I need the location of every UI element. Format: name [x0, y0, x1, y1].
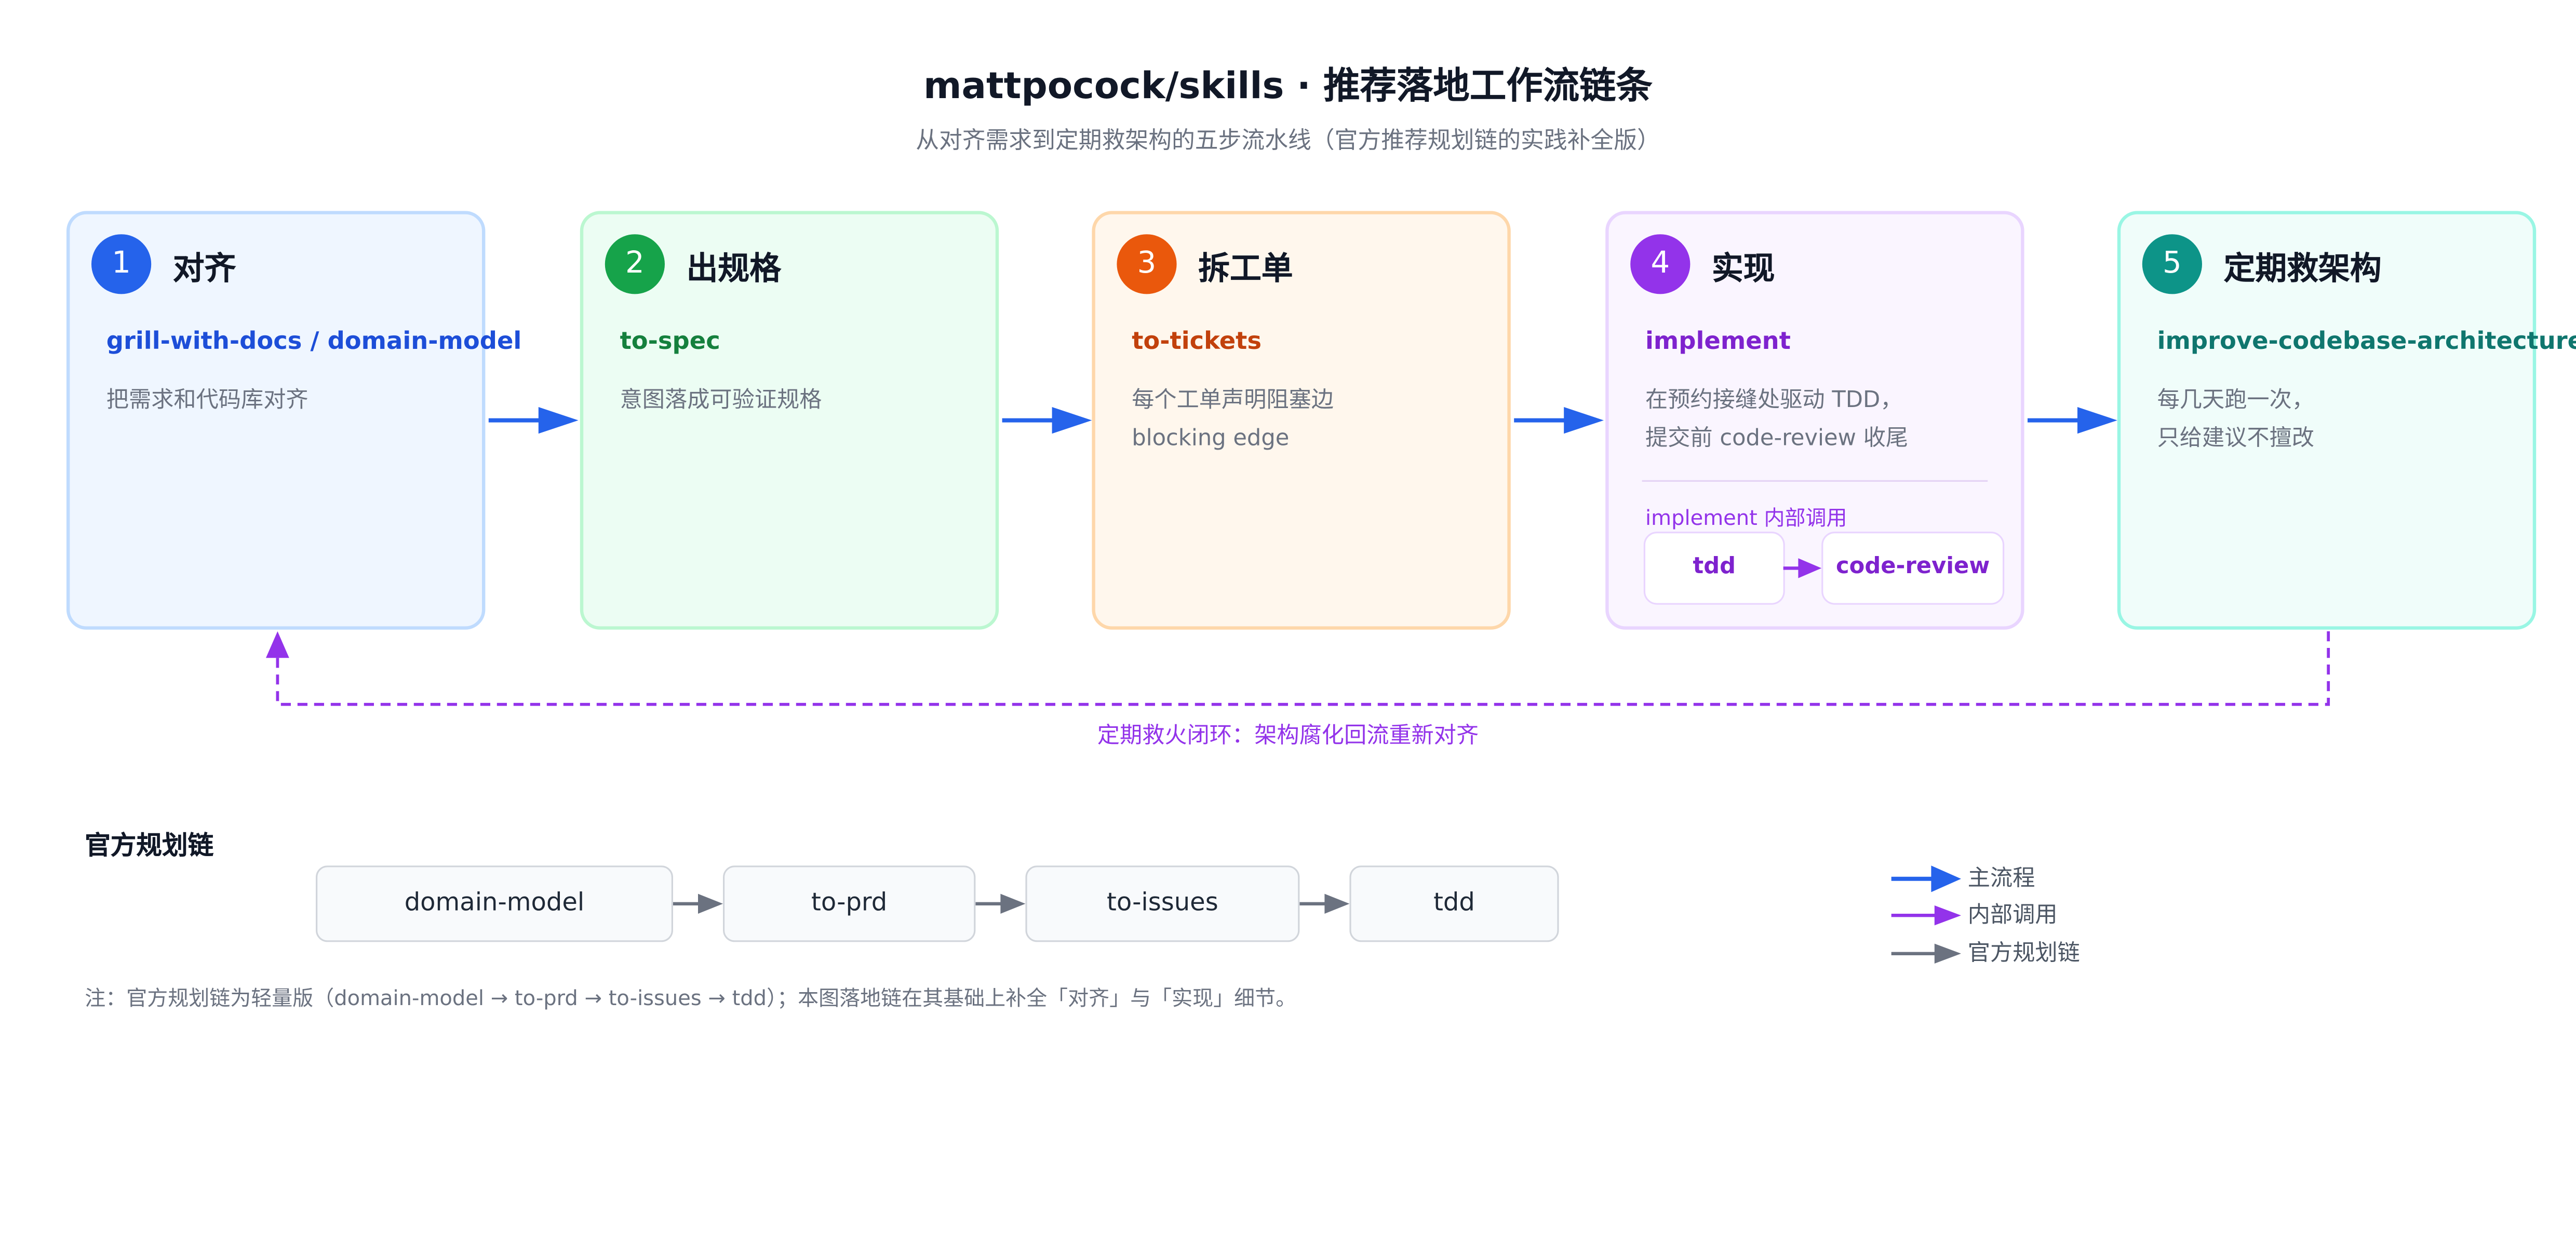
internal-code-review-box: code-review — [1821, 532, 2005, 605]
footnote: 注：官方规划链为轻量版（domain-model → to-prd → to-i… — [85, 985, 1297, 1010]
step-title: 拆工单 — [1198, 251, 1293, 288]
step-description: 每几天跑一次， 只给建议不擅改 — [2157, 382, 2314, 458]
step-description: 把需求和代码库对齐 — [106, 382, 308, 421]
description-line: blocking edge — [1132, 425, 1290, 452]
step-number-badge: 5 — [2142, 234, 2202, 294]
official-chain-title: 官方规划链 — [85, 831, 214, 861]
step-number-badge: 4 — [1630, 234, 1691, 294]
step-title: 实现 — [1712, 251, 1775, 288]
legend-label: 官方规划链 — [1967, 940, 2080, 967]
step-description: 意图落成可验证规格 — [620, 382, 822, 421]
chain-box-to-prd: to-prd — [723, 865, 976, 942]
arrowhead-step1-to-step2 — [538, 407, 579, 434]
step-card-architecture: 5 定期救架构 improve-codebase-architecture 每几… — [2117, 211, 2576, 630]
description-line: 每几天跑一次， — [2157, 387, 2314, 414]
description-line: 把需求和代码库对齐 — [106, 387, 308, 414]
legend-label: 主流程 — [1967, 865, 2035, 892]
step-description: 每个工单声明阻塞边 blocking edge — [1132, 382, 1334, 458]
feedback-loop-label: 定期救火闭环：架构腐化回流重新对齐 — [1097, 723, 1479, 750]
step-skill: to-spec — [620, 329, 720, 356]
chain-box-domain-model: domain-model — [316, 865, 673, 942]
step-card-implement: 4 实现 implement 在预约接缝处驱动 TDD， 提交前 code-re… — [1605, 211, 2024, 630]
arrowhead-step3-to-step4 — [1564, 407, 1604, 434]
internal-call-arrow — [1783, 558, 1822, 578]
step-skill: grill-with-docs / domain-model — [106, 329, 522, 356]
description-line: 每个工单声明阻塞边 — [1132, 387, 1334, 414]
step-title: 定期救架构 — [2223, 251, 2382, 288]
step-card-align: 1 对齐 grill-with-docs / domain-model 把需求和… — [66, 211, 521, 630]
internal-tdd-box: tdd — [1643, 532, 1785, 605]
step-title: 对齐 — [172, 251, 236, 288]
description-line: 在预约接缝处驱动 TDD， — [1645, 387, 1903, 414]
step-number-badge: 3 — [1117, 234, 1177, 294]
diagram-canvas: mattpocock/skills · 推荐落地工作流链条 从对齐需求到定期救架… — [0, 0, 2576, 1246]
step-skill: to-tickets — [1132, 329, 1262, 356]
arrowhead-step2-to-step3 — [1052, 407, 1092, 434]
step-skill: improve-codebase-architecture — [2157, 329, 2576, 356]
feedback-loop-arrow — [266, 631, 2330, 706]
step-number-badge: 1 — [91, 234, 152, 294]
step-description: 在预约接缝处驱动 TDD， 提交前 code-review 收尾 — [1645, 382, 1908, 458]
legend-gray-arrow-icon — [1891, 943, 1961, 964]
legend-blue-arrow-icon — [1891, 865, 1961, 892]
chain-box-to-issues: to-issues — [1025, 865, 1300, 942]
internal-calls-label: implement 内部调用 — [1645, 505, 1847, 530]
feedback-loop-arrowhead — [266, 631, 289, 658]
step-title: 出规格 — [686, 251, 782, 288]
arrowhead-step4-to-step5 — [2077, 407, 2117, 434]
legend-purple-arrow-icon — [1891, 905, 1961, 926]
description-line: 意图落成可验证规格 — [620, 387, 822, 414]
step-card-tickets: 3 拆工单 to-tickets 每个工单声明阻塞边 blocking edge — [1092, 211, 1511, 630]
legend-label: 内部调用 — [1967, 902, 2058, 929]
step-number-badge: 2 — [605, 234, 665, 294]
internal-divider — [1642, 480, 1988, 482]
step-skill: implement — [1645, 329, 1791, 356]
chain-box-tdd: tdd — [1349, 865, 1559, 942]
step-card-spec: 2 出规格 to-spec 意图落成可验证规格 — [580, 211, 999, 630]
description-line: 只给建议不擅改 — [2157, 425, 2314, 452]
description-line: 提交前 code-review 收尾 — [1645, 425, 1909, 452]
